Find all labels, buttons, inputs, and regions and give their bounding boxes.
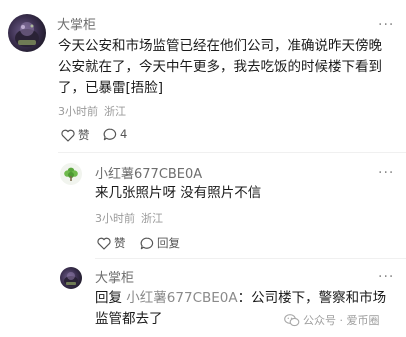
reply-target-user[interactable]: 小红薯677CBE0A <box>126 290 237 306</box>
avatar[interactable] <box>8 14 46 52</box>
reply-text: 来几张照片呀 没有照片不信 <box>95 185 262 201</box>
comment-bubble-icon <box>140 237 154 249</box>
divider <box>58 152 406 153</box>
reply-count-button[interactable]: 4 <box>103 127 127 141</box>
reply-author[interactable]: 小红薯677CBE0A <box>95 163 202 182</box>
watermark: 公众号 · 爱币圈 <box>284 312 380 328</box>
reply-meta: 3小时前 浙江 <box>95 210 169 226</box>
heart-icon <box>97 237 111 250</box>
reply-count: 4 <box>120 127 128 141</box>
more-options-icon[interactable]: ··· <box>378 270 394 284</box>
watermark-text: 公众号 · 爱币圈 <box>303 314 380 327</box>
comment-time: 3小时前 <box>58 105 98 118</box>
avatar[interactable] <box>60 163 82 185</box>
like-button[interactable]: 赞 <box>61 127 90 143</box>
heart-icon <box>61 129 75 142</box>
reply-label: 回复 <box>157 236 180 250</box>
reply-button[interactable]: 回复 <box>140 235 180 251</box>
comment-author[interactable]: 大掌柜 <box>57 14 96 33</box>
reply-location: 浙江 <box>141 212 163 225</box>
comment-text: 今天公安和市场监管已经在他们公司，准确说昨天傍晚公安就在了，今天中午更多，我去吃… <box>58 38 382 96</box>
more-options-icon[interactable]: ··· <box>378 18 394 32</box>
comment-location: 浙江 <box>104 105 126 118</box>
like-label: 赞 <box>78 128 90 142</box>
reply-prefix: 回复 <box>95 290 127 306</box>
wechat-icon <box>284 313 300 326</box>
like-label: 赞 <box>114 236 126 250</box>
comment-bubble-icon <box>103 128 117 140</box>
reply-time: 3小时前 <box>95 212 135 225</box>
divider <box>95 258 406 259</box>
comment-meta: 3小时前 浙江 <box>58 103 132 119</box>
reply-author[interactable]: 大掌柜 <box>95 267 134 286</box>
like-button[interactable]: 赞 <box>97 235 126 251</box>
more-options-icon[interactable]: ··· <box>378 166 394 180</box>
avatar[interactable] <box>60 267 82 289</box>
